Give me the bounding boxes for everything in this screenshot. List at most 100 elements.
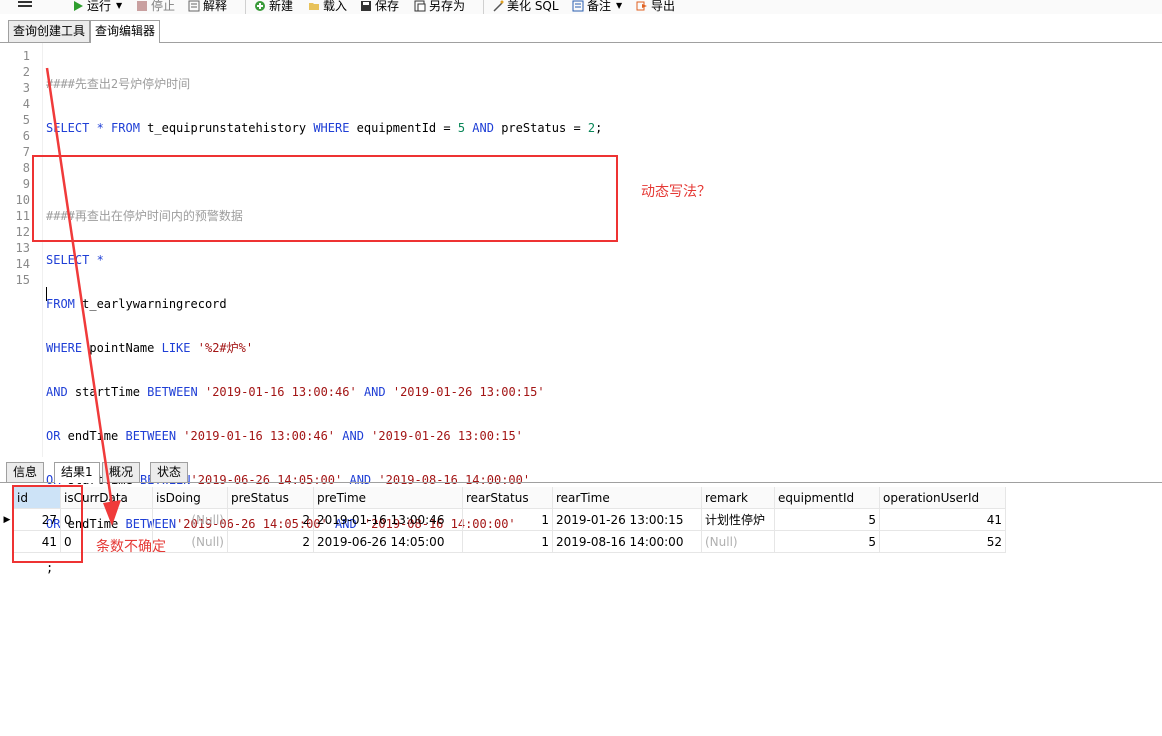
- grid-header-row: id isCurrData isDoing preStatus preTime …: [0, 487, 1006, 509]
- sql-keyword: AND: [342, 429, 364, 443]
- chevron-down-icon[interactable]: ▼: [616, 1, 622, 10]
- column-header[interactable]: equipmentId: [775, 487, 880, 509]
- line-number: 14: [15, 257, 30, 271]
- chevron-down-icon[interactable]: ▼: [116, 1, 122, 10]
- line-number: 4: [22, 97, 30, 111]
- annotation-highlight-box: [32, 155, 618, 242]
- line-number: 5: [22, 113, 30, 127]
- stop-button[interactable]: 停止: [136, 0, 175, 14]
- save-icon: [361, 0, 371, 11]
- export-label: 导出: [651, 0, 676, 13]
- sql-string: '2019-01-16 13:00:46': [183, 429, 336, 443]
- menu-icon[interactable]: [18, 0, 32, 9]
- save-as-label: 另存为: [429, 0, 466, 13]
- line-number: 2: [22, 65, 30, 79]
- cell-reartime[interactable]: 2019-01-26 13:00:15: [553, 509, 702, 531]
- sql-keyword: SELECT *: [46, 253, 104, 267]
- editor-tabs: 查询创建工具 查询编辑器: [0, 18, 1162, 43]
- line-number: 3: [22, 81, 30, 95]
- column-header[interactable]: isDoing: [153, 487, 228, 509]
- sql-keyword: AND: [472, 121, 494, 135]
- code-line-6: FROM t_earlywarningrecord: [46, 296, 602, 312]
- beautify-sql-button[interactable]: 美化 SQL: [492, 0, 559, 14]
- tab-status[interactable]: 状态: [150, 462, 189, 482]
- folder-icon: [309, 2, 319, 10]
- cell-prestatus[interactable]: 2: [228, 509, 314, 531]
- cell-remark[interactable]: (Null): [702, 531, 775, 553]
- new-label: 新建: [269, 0, 294, 13]
- run-button[interactable]: 运行 ▼: [72, 0, 122, 14]
- cell-remark[interactable]: 计划性停炉: [702, 509, 775, 531]
- tab-query-builder[interactable]: 查询创建工具: [8, 20, 91, 42]
- sql-text: preStatus =: [493, 121, 588, 135]
- code-line-5: SELECT *: [46, 252, 602, 268]
- load-label: 载入: [323, 0, 348, 13]
- line-number: 15: [15, 273, 30, 287]
- line-number: 13: [15, 241, 30, 255]
- tab-overview[interactable]: 概况: [102, 462, 141, 482]
- sql-keyword: OR: [46, 429, 61, 443]
- backup-button[interactable]: 备注 ▼: [572, 0, 622, 14]
- sql-string: '2019-01-16 13:00:46': [204, 385, 357, 399]
- sql-text: t_earlywarningrecord: [74, 297, 227, 311]
- annotation-dynamic: 动态写法？: [641, 184, 711, 200]
- line-number: 1: [22, 49, 30, 63]
- toolbar: 运行 ▼ 停止 解释 新建 载入 保存 另存为 美化 SQL 备注 ▼ 导出: [0, 0, 1162, 14]
- column-header[interactable]: rearStatus: [463, 487, 553, 509]
- cell-reartime[interactable]: 2019-08-16 14:00:00: [553, 531, 702, 553]
- line-number: 6: [22, 129, 30, 143]
- cell-pretime[interactable]: 2019-06-26 14:05:00: [314, 531, 463, 553]
- sql-string: '2019-01-26 13:00:15': [371, 429, 523, 443]
- cell-prestatus[interactable]: 2: [228, 531, 314, 553]
- cell-pretime[interactable]: 2019-01-16 13:00:46: [314, 509, 463, 531]
- table-row[interactable]: ▶ 27 0 (Null) 2 2019-01-16 13:00:46 1 20…: [0, 509, 1006, 531]
- save-as-icon: [414, 0, 426, 11]
- cell-isdoing[interactable]: (Null): [153, 509, 228, 531]
- explain-label: 解释: [203, 0, 228, 13]
- sql-text: startTime: [67, 385, 148, 399]
- save-as-button[interactable]: 另存为: [414, 0, 465, 14]
- column-header[interactable]: preTime: [314, 487, 463, 509]
- cell-operationuserid[interactable]: 52: [880, 531, 1006, 553]
- new-icon: [255, 0, 265, 11]
- sql-keyword: AND: [363, 385, 386, 399]
- code-line-9: OR endTime BETWEEN '2019-01-16 13:00:46'…: [46, 428, 602, 444]
- new-button[interactable]: 新建: [254, 0, 293, 14]
- sql-text: endTime: [60, 429, 126, 443]
- sql-keyword: FROM: [111, 121, 140, 135]
- toolbar-divider: [483, 0, 484, 14]
- magic-wand-icon: [493, 0, 504, 12]
- column-header[interactable]: operationUserId: [880, 487, 1006, 509]
- sql-text: t_equiprunstatehistory: [139, 121, 314, 135]
- export-button[interactable]: 导出: [636, 0, 675, 14]
- beautify-label: 美化 SQL: [507, 0, 559, 13]
- save-button[interactable]: 保存: [360, 0, 399, 14]
- sql-number: 5: [457, 121, 466, 135]
- column-header[interactable]: remark: [702, 487, 775, 509]
- stop-label: 停止: [151, 0, 176, 13]
- load-button[interactable]: 载入: [308, 0, 347, 14]
- sql-text: equipmentId =: [349, 121, 458, 135]
- cell-equipmentid[interactable]: 5: [775, 531, 880, 553]
- annotation-count: 条数不确定: [96, 539, 166, 555]
- cell-rearstatus[interactable]: 1: [463, 509, 553, 531]
- cell-equipmentid[interactable]: 5: [775, 509, 880, 531]
- backup-label: 备注: [587, 0, 612, 13]
- code-line-2: SELECT * FROM t_equiprunstatehistory WHE…: [46, 120, 602, 136]
- cell-rearstatus[interactable]: 1: [463, 531, 553, 553]
- sql-editor[interactable]: 1 2 3 4 5 6 7 8 9 10 11 12 13 14 15 ####…: [0, 43, 1162, 575]
- cell-operationuserid[interactable]: 41: [880, 509, 1006, 531]
- sql-string: '2019-01-26 13:00:15': [392, 385, 545, 399]
- tab-query-editor[interactable]: 查询编辑器: [90, 20, 161, 43]
- tab-info[interactable]: 信息: [6, 462, 45, 482]
- text-cursor: [46, 287, 47, 301]
- sql-text: ;: [46, 561, 54, 575]
- sql-keyword: SELECT *: [46, 121, 112, 135]
- play-icon: [74, 0, 83, 11]
- sql-code[interactable]: ####先查出2号炉停炉时间 SELECT * FROM t_equipruns…: [46, 48, 602, 736]
- column-header[interactable]: rearTime: [553, 487, 702, 509]
- column-header[interactable]: preStatus: [228, 487, 314, 509]
- tab-result-1[interactable]: 结果1: [54, 462, 100, 483]
- explain-button[interactable]: 解释: [188, 0, 227, 14]
